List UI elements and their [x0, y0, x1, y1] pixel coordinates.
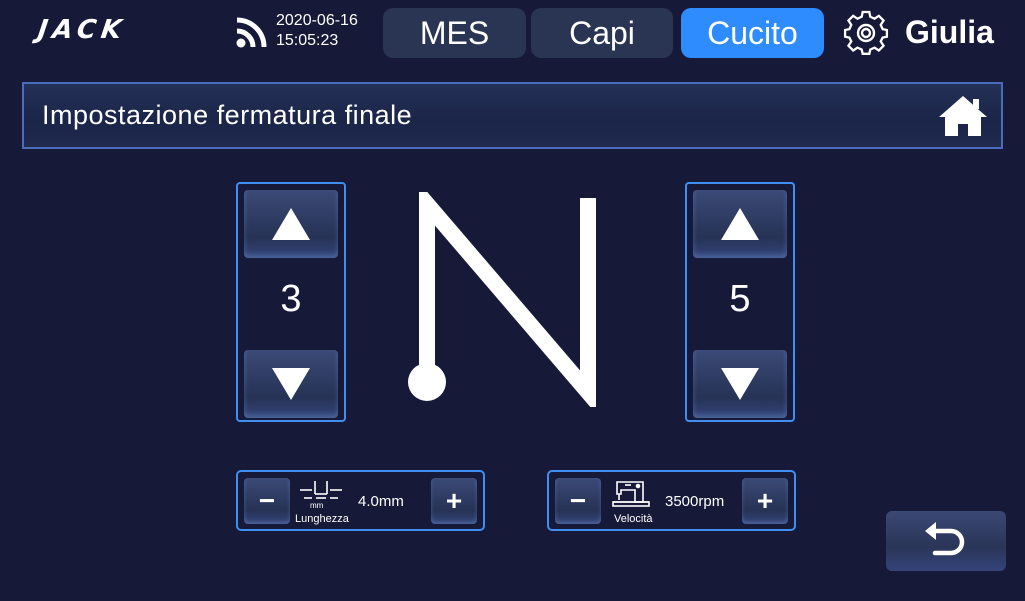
right-decrease-button[interactable] — [693, 350, 787, 418]
home-icon[interactable] — [937, 94, 989, 138]
arrow-up-icon — [272, 208, 310, 240]
length-unit-caption: mm — [310, 501, 324, 510]
stitch-length-control: − mm Lunghezza 4.0mm + — [236, 470, 485, 531]
arrow-down-icon — [721, 368, 759, 400]
time-text: 15:05:23 — [276, 32, 339, 49]
length-label: Lunghezza — [295, 513, 349, 525]
right-increase-button[interactable] — [693, 190, 787, 258]
left-stitch-value: 3 — [280, 278, 302, 320]
left-decrease-button[interactable] — [244, 350, 338, 418]
speed-increase-button[interactable]: + — [742, 478, 788, 524]
left-stitch-stepper: 3 — [236, 182, 346, 422]
sewing-speed-control: − Velocità 3500rpm + — [547, 470, 796, 531]
n-stitch-pattern-icon — [408, 192, 596, 407]
arrow-down-icon — [272, 368, 310, 400]
left-increase-button[interactable] — [244, 190, 338, 258]
length-value: 4.0mm — [358, 493, 404, 510]
logo-text: JACK — [35, 15, 129, 45]
tab-cucito[interactable]: Cucito — [681, 8, 824, 58]
sewing-machine-icon — [612, 481, 650, 507]
length-decrease-button[interactable]: − — [244, 478, 290, 524]
title-bar: Impostazione fermatura finale — [22, 82, 1003, 149]
speed-decrease-button[interactable]: − — [555, 478, 601, 524]
right-stitch-stepper: 5 — [685, 182, 795, 422]
speed-value: 3500rpm — [665, 493, 725, 510]
tab-capi[interactable]: Capi — [531, 8, 673, 58]
date-text: 2020-06-16 — [276, 12, 358, 29]
jack-logo: JACK — [35, 14, 168, 46]
back-button[interactable] — [886, 511, 1006, 571]
datetime: 2020-06-16 15:05:23 — [276, 11, 358, 51]
right-stitch-value: 5 — [729, 278, 751, 320]
user-name[interactable]: Giulia — [905, 12, 994, 52]
page-title: Impostazione fermatura finale — [42, 100, 413, 130]
undo-arrow-icon — [925, 522, 965, 556]
speed-label: Velocità — [614, 513, 653, 525]
arrow-up-icon — [721, 208, 759, 240]
length-increase-button[interactable]: + — [431, 478, 477, 524]
gear-icon[interactable] — [843, 10, 889, 56]
tab-mes[interactable]: MES — [383, 8, 526, 58]
wifi-icon — [236, 17, 267, 48]
